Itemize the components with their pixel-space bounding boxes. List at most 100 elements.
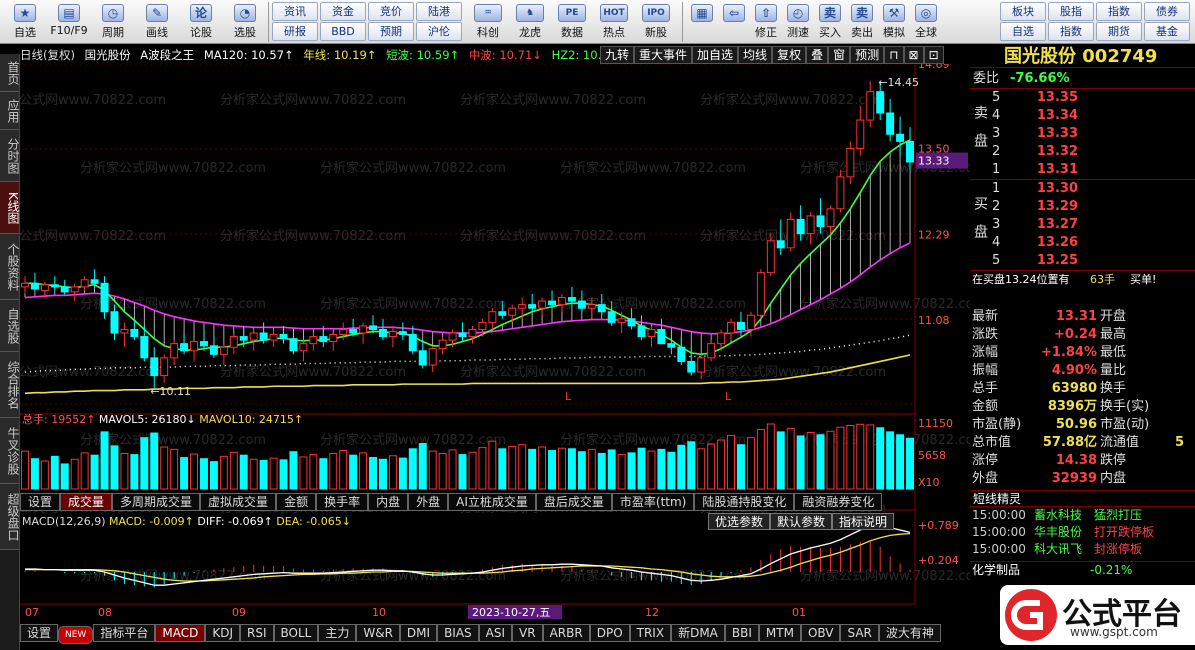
chart-tab[interactable]: 加自选	[692, 46, 739, 64]
indicator-tab[interactable]: DPO	[589, 624, 630, 642]
toolbar-star-market-button[interactable]: ♒ 科创	[468, 0, 508, 44]
toolbar-sell-button[interactable]: 卖卖出	[846, 0, 878, 44]
quick-button[interactable]: 沪伦	[416, 22, 462, 41]
quick-button[interactable]: BBD	[320, 22, 366, 41]
alert-item[interactable]: 15:00:00 科大讯飞 封涨停板	[970, 541, 1195, 558]
volume-tab[interactable]: 多周期成交量	[112, 493, 201, 511]
sell-level[interactable]: 1 13.31	[970, 161, 1195, 179]
toolbar-period-button[interactable]: ◷ 周期	[90, 0, 136, 44]
volume-tab[interactable]: 盘后成交量	[535, 493, 612, 511]
quick-button[interactable]: 竞价	[368, 2, 414, 21]
quick-button[interactable]: 指数	[1096, 2, 1142, 21]
toolbar-favorites-button[interactable]: ★ 自选	[2, 0, 48, 44]
buy-level[interactable]: 3 13.27	[970, 216, 1195, 234]
toolbar-f10-button[interactable]: ▤ F10/F9	[46, 0, 92, 44]
indicator-tab[interactable]: TRIX	[629, 624, 672, 642]
volume-tab[interactable]: 虚拟成交量	[200, 493, 277, 511]
volume-tab[interactable]: 设置	[20, 493, 61, 511]
chart-tab[interactable]: 复权	[772, 46, 807, 64]
toolbar-select-stock-button[interactable]: ◔ 选股	[222, 0, 268, 44]
quick-button[interactable]: 板块	[1000, 2, 1046, 21]
indicator-tab[interactable]: KDJ	[205, 624, 240, 642]
sidenav-item[interactable]: 综合排名	[0, 352, 20, 418]
chart-tab[interactable]: 叠	[806, 46, 829, 64]
volume-tab[interactable]: 陆股通持股变化	[694, 493, 795, 511]
chart-tab[interactable]: 九转	[600, 46, 635, 64]
sidenav-item[interactable]: K线图	[0, 182, 20, 234]
indicator-tab[interactable]: RSI	[240, 624, 274, 642]
toolbar-new-stock-button[interactable]: IPO 新股	[636, 0, 676, 44]
sidenav-item[interactable]: 超级盘口	[0, 484, 20, 550]
toolbar-correct-button[interactable]: ⇧ 修正	[750, 0, 782, 44]
buy-level[interactable]: 1 13.30	[970, 180, 1195, 198]
chart-tab[interactable]: ⊡	[923, 46, 944, 64]
toolbar-discuss-button[interactable]: 论论股	[178, 0, 224, 44]
sidenav-item[interactable]: 应用	[0, 92, 20, 130]
indicator-tab[interactable]: BBI	[724, 624, 759, 642]
volume-tab[interactable]: 市盈率(ttm)	[611, 493, 695, 511]
quick-button[interactable]: 预期	[368, 22, 414, 41]
chart-tab[interactable]: 均线	[738, 46, 773, 64]
quick-button[interactable]: 期货	[1096, 22, 1142, 41]
sidenav-item[interactable]: 牛叉诊股	[0, 418, 20, 484]
indicator-tab[interactable]: BIAS	[437, 624, 479, 642]
quick-button[interactable]: 陆港	[416, 2, 462, 21]
toolbar-dragon-tiger-button[interactable]: ♞ 龙虎	[510, 0, 550, 44]
toolbar-draw-line-button[interactable]: ✎ 画线	[134, 0, 180, 44]
toolbar-hotspot-button[interactable]: HOT 热点	[594, 0, 634, 44]
quick-button[interactable]: 自选	[1000, 22, 1046, 41]
macd-param-tab[interactable]: 指标说明	[832, 513, 895, 530]
toolbar-global-button[interactable]: ◎ 全球	[910, 0, 942, 44]
chart-tab[interactable]: ⊠	[903, 46, 924, 64]
alert-item[interactable]: 15:00:00 蓄水科技 猛烈打压	[970, 507, 1195, 524]
indicator-tab[interactable]: 指标平台	[93, 624, 156, 642]
chart-tab[interactable]: 预测	[850, 46, 885, 64]
volume-tab[interactable]: 内盘	[368, 493, 409, 511]
indicator-tab[interactable]: 新DMA	[671, 624, 725, 642]
sell-level[interactable]: 5 13.35	[970, 89, 1195, 107]
indicator-tab[interactable]: NEW	[58, 626, 94, 644]
toolbar-speed-button[interactable]: ◴ 测速	[782, 0, 814, 44]
quick-button[interactable]: 债券	[1144, 2, 1190, 21]
toolbar-buy-button[interactable]: 卖买入	[814, 0, 846, 44]
indicator-tab[interactable]: ARBR	[542, 624, 590, 642]
buy-level[interactable]: 5 13.25	[970, 252, 1195, 270]
sell-level[interactable]: 3 13.33	[970, 125, 1195, 143]
buy-level[interactable]: 2 13.29	[970, 198, 1195, 216]
sidenav-item[interactable]: 个股资料	[0, 234, 20, 300]
indicator-tab[interactable]: ASI	[478, 624, 513, 642]
sidenav-item[interactable]: 分时图	[0, 130, 20, 182]
indicator-tab[interactable]: MACD	[155, 624, 206, 642]
indicator-tab[interactable]: OBV	[800, 624, 841, 642]
indicator-tab[interactable]: 主力	[318, 624, 357, 642]
sidenav-item[interactable]: 自选股	[0, 300, 20, 352]
indicator-tab[interactable]: 波大有神	[878, 624, 941, 642]
macd-param-tab[interactable]: 优选参数	[708, 513, 771, 530]
toolbar-simulate-button[interactable]: ⚒ 模拟	[878, 0, 910, 44]
indicator-tab[interactable]: W&R	[356, 624, 400, 642]
toolbar-back-arrow-button[interactable]: ⇦	[718, 0, 750, 44]
sell-level[interactable]: 4 13.34	[970, 107, 1195, 125]
toolbar-color-grid-button[interactable]: ▦	[686, 0, 718, 44]
indicator-tab[interactable]: VR	[512, 624, 543, 642]
macd-param-tab[interactable]: 默认参数	[770, 513, 833, 530]
quick-button[interactable]: 资讯	[272, 2, 318, 21]
chart-tab[interactable]: 重大事件	[634, 46, 693, 64]
volume-tab[interactable]: 外盘	[408, 493, 449, 511]
kline-chart[interactable]: 分析家公式网www.70822.com 分析家公式网www.70822.com 分析…	[20, 64, 970, 624]
volume-tab[interactable]: 融资融券变化	[794, 493, 883, 511]
quick-button[interactable]: 指数	[1048, 22, 1094, 41]
volume-tab[interactable]: AI立桩成交量	[448, 493, 536, 511]
quick-button[interactable]: 股指	[1048, 2, 1094, 21]
buy-level[interactable]: 4 13.26	[970, 234, 1195, 252]
indicator-tab[interactable]: SAR	[840, 624, 879, 642]
sell-level[interactable]: 2 13.32	[970, 143, 1195, 161]
indicator-tab[interactable]: BOLL	[273, 624, 319, 642]
volume-tab[interactable]: 换手率	[316, 493, 369, 511]
quick-button[interactable]: 资金	[320, 2, 366, 21]
indicator-tab[interactable]: DMI	[399, 624, 438, 642]
indicator-tab[interactable]: 设置	[20, 624, 59, 642]
volume-tab[interactable]: 成交量	[60, 493, 113, 511]
toolbar-data-button[interactable]: PE 数据	[552, 0, 592, 44]
chart-tab[interactable]: ⊓	[884, 46, 904, 64]
